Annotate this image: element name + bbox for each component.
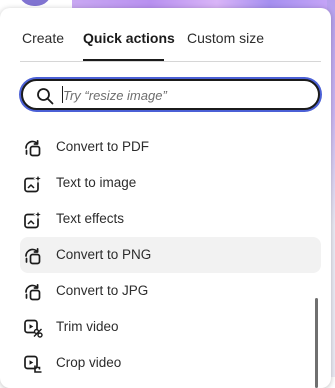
convert-icon [23, 246, 43, 266]
tab-bar: Create Quick actions Custom size [0, 8, 331, 64]
quick-actions-list: Convert to PDF Text to image Text effects C… [0, 129, 331, 381]
action-item-crop-video[interactable]: Crop video [20, 345, 321, 381]
quick-actions-popover: Create Quick actions Custom size Convert… [0, 8, 331, 388]
trim-video-icon [23, 318, 43, 338]
action-label: Convert to PDF [56, 139, 150, 154]
tab-divider [20, 61, 321, 62]
tab-custom-size[interactable]: Custom size [187, 30, 264, 46]
sparkle-image-icon [23, 173, 43, 194]
avatar[interactable] [18, 0, 52, 6]
tab-quick-actions[interactable]: Quick actions [83, 30, 175, 46]
action-item-text-to-image[interactable]: Text to image [20, 165, 321, 201]
action-label: Text to image [56, 175, 137, 190]
action-item-trim-video[interactable]: Trim video [20, 309, 321, 345]
convert-icon [23, 138, 43, 158]
search-input[interactable] [63, 85, 313, 105]
action-item-convert-to-jpg[interactable]: Convert to JPG [20, 273, 321, 309]
action-label: Convert to PNG [56, 247, 152, 262]
convert-icon [23, 282, 43, 302]
tab-create[interactable]: Create [22, 30, 64, 46]
action-item-text-effects[interactable]: Text effects [20, 201, 321, 237]
action-item-convert-to-pdf[interactable]: Convert to PDF [20, 129, 321, 165]
action-label: Text effects [56, 211, 125, 226]
search-icon [37, 88, 54, 105]
action-label: Convert to JPG [56, 283, 149, 298]
scrollbar[interactable] [315, 298, 318, 388]
action-item-convert-to-png[interactable]: Convert to PNG [20, 237, 321, 273]
crop-video-icon [23, 354, 43, 374]
search-field[interactable] [21, 79, 320, 110]
action-label: Trim video [56, 319, 119, 334]
sparkle-image-icon [23, 209, 43, 230]
action-label: Crop video [56, 355, 122, 370]
